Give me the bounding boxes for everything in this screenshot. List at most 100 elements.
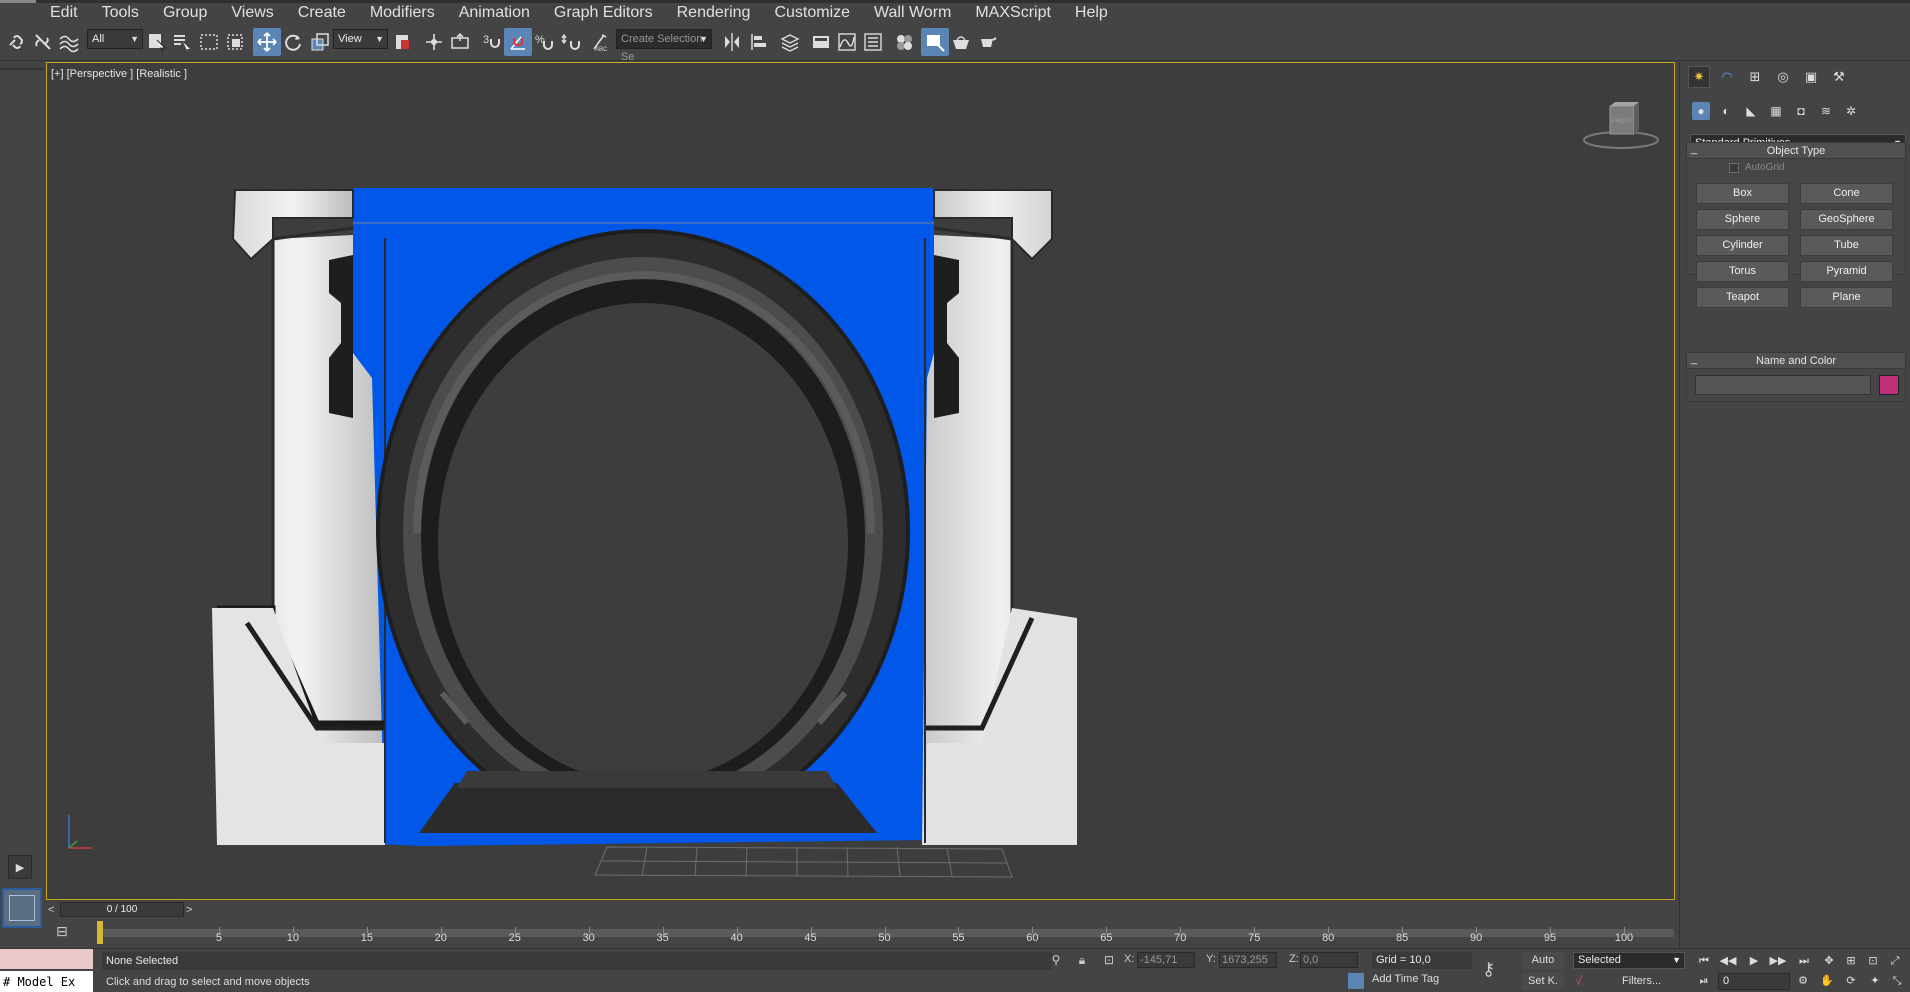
- hierarchy-tab-icon[interactable]: ⊞: [1744, 66, 1766, 88]
- walk-through-icon[interactable]: ✦: [1866, 973, 1884, 989]
- previous-frame-icon[interactable]: ◀◀: [1719, 953, 1737, 969]
- object-name-field[interactable]: [1695, 375, 1871, 395]
- menu-create[interactable]: Create: [286, 3, 358, 22]
- select-by-name-icon[interactable]: [168, 28, 196, 56]
- shapes-icon[interactable]: ◐: [1717, 102, 1735, 120]
- teapot-button[interactable]: Teapot: [1696, 287, 1789, 308]
- name-and-color-header[interactable]: _ Name and Color: [1687, 353, 1905, 369]
- geometry-icon[interactable]: ●: [1692, 102, 1710, 120]
- menu-customize[interactable]: Customize: [762, 3, 862, 22]
- systems-icon[interactable]: ✲: [1842, 102, 1860, 120]
- key-filters-curve-icon[interactable]: √: [1575, 973, 1582, 988]
- current-frame-field[interactable]: 0: [1718, 973, 1790, 990]
- pivot-icon[interactable]: [389, 28, 417, 56]
- zoom-region-icon[interactable]: ⊡: [1864, 953, 1882, 969]
- time-config-icon[interactable]: ⚙: [1794, 973, 1812, 989]
- cone-button[interactable]: Cone: [1800, 183, 1893, 204]
- zoom-extents-icon[interactable]: ⊞: [1842, 953, 1860, 969]
- rendered-frame-icon[interactable]: [947, 28, 975, 56]
- viewcube[interactable]: FRONT: [1582, 98, 1660, 153]
- maxscript-listener-output[interactable]: [0, 949, 93, 969]
- spacewarps-icon[interactable]: ≋: [1817, 102, 1835, 120]
- menu-help[interactable]: Help: [1063, 3, 1120, 22]
- menu-graph-editors[interactable]: Graph Editors: [542, 3, 665, 22]
- orbit-icon[interactable]: ⟳: [1842, 973, 1860, 989]
- sphere-button[interactable]: Sphere: [1696, 209, 1789, 230]
- modify-tab-icon[interactable]: ◠: [1716, 66, 1738, 88]
- select-scale-icon[interactable]: [306, 28, 334, 56]
- menu-maxscript[interactable]: MAXScript: [963, 3, 1063, 22]
- menu-modifiers[interactable]: Modifiers: [358, 3, 447, 22]
- menu-tools[interactable]: Tools: [90, 3, 151, 22]
- utilities-tab-icon[interactable]: ⚒: [1828, 66, 1850, 88]
- isolate-selection-icon[interactable]: ⚲: [1048, 952, 1064, 968]
- selection-filter-dropdown[interactable]: All ▼: [87, 29, 143, 49]
- align-icon[interactable]: [745, 28, 773, 56]
- field-of-view-icon[interactable]: ✋: [1818, 973, 1836, 989]
- link-icon[interactable]: [3, 28, 31, 56]
- motion-tab-icon[interactable]: ◎: [1772, 66, 1794, 88]
- maximize-toggle-icon[interactable]: ⤡: [1888, 973, 1906, 989]
- add-time-tag[interactable]: Add Time Tag: [1372, 973, 1439, 985]
- perspective-viewport[interactable]: [+] [Perspective ] [Realistic ] FRONT: [46, 62, 1675, 900]
- auto-key-button[interactable]: Auto: [1522, 952, 1564, 969]
- key-mode-icon[interactable]: ⏯: [1695, 973, 1713, 989]
- material-editor-icon[interactable]: [890, 28, 918, 56]
- render-setup-icon[interactable]: [921, 28, 949, 56]
- z-coordinate-field[interactable]: 0,0: [1300, 952, 1358, 968]
- go-to-end-icon[interactable]: ⏭: [1795, 953, 1813, 969]
- y-coordinate-field[interactable]: 1673,255: [1219, 952, 1277, 968]
- time-slider-thumb[interactable]: 0 / 100: [60, 902, 184, 917]
- box-button[interactable]: Box: [1696, 183, 1789, 204]
- pan-view-icon[interactable]: ✥: [1820, 953, 1838, 969]
- time-slider-prev[interactable]: <: [48, 904, 54, 916]
- expand-button[interactable]: ▶: [8, 855, 32, 879]
- cylinder-button[interactable]: Cylinder: [1696, 235, 1789, 256]
- track-bar[interactable]: ⊟ 5 10 15 20 25 30 35 40 45 50 55 60 65 70 75 80 85 90 95 1…: [46, 919, 1675, 947]
- schematic-view-icon[interactable]: [859, 28, 887, 56]
- object-color-swatch[interactable]: [1879, 375, 1899, 395]
- current-frame-marker[interactable]: [97, 921, 103, 944]
- bind-spacewarp-icon[interactable]: [55, 28, 83, 56]
- named-selection-dropdown[interactable]: Create Selection Se ▼: [616, 29, 712, 63]
- unlink-icon[interactable]: [29, 28, 57, 56]
- menu-group[interactable]: Group: [151, 3, 219, 22]
- curve-editor-icon[interactable]: [833, 28, 861, 56]
- viewport-label[interactable]: [+] [Perspective ] [Realistic ]: [51, 68, 187, 80]
- spinner-snap-icon[interactable]: [557, 28, 585, 56]
- key-filter-dropdown[interactable]: Selected ▼: [1573, 952, 1685, 969]
- maximize-viewport-icon[interactable]: ⤢: [1886, 953, 1904, 969]
- layer-explorer-icon[interactable]: [776, 28, 804, 56]
- menu-rendering[interactable]: Rendering: [665, 3, 763, 22]
- key-icon[interactable]: ⚷: [1482, 959, 1495, 980]
- select-move-icon[interactable]: [253, 28, 281, 56]
- x-coordinate-field[interactable]: -145,71: [1137, 952, 1195, 968]
- next-frame-icon[interactable]: ▶▶: [1769, 953, 1787, 969]
- absolute-mode-icon[interactable]: ⊡: [1101, 952, 1117, 968]
- pyramid-button[interactable]: Pyramid: [1800, 261, 1893, 282]
- edit-named-sets-icon[interactable]: ABC: [587, 28, 615, 56]
- time-slider[interactable]: < 0 / 100 >: [46, 901, 1675, 919]
- create-tab-icon[interactable]: ✷: [1688, 66, 1710, 88]
- go-to-start-icon[interactable]: ⏮: [1695, 953, 1713, 969]
- set-key-button[interactable]: Set K.: [1522, 973, 1564, 990]
- time-slider-next[interactable]: >: [186, 904, 192, 916]
- key-filters-button[interactable]: Filters...: [1622, 975, 1661, 987]
- autogrid-checkbox[interactable]: AutoGrid: [1729, 162, 1784, 173]
- lights-icon[interactable]: ◣: [1742, 102, 1760, 120]
- reference-coordinate-dropdown[interactable]: View ▼: [333, 29, 388, 49]
- rect-region-icon[interactable]: [195, 28, 223, 56]
- select-manipulate-icon[interactable]: [420, 28, 448, 56]
- select-rotate-icon[interactable]: [279, 28, 307, 56]
- mini-curve-editor-icon[interactable]: ⊟: [56, 923, 74, 941]
- display-tab-icon[interactable]: ▣: [1800, 66, 1822, 88]
- maxscript-listener-input[interactable]: # Model Ex: [0, 971, 93, 992]
- snap-toggle-icon[interactable]: 3: [477, 28, 505, 56]
- tube-button[interactable]: Tube: [1800, 235, 1893, 256]
- menu-edit[interactable]: Edit: [0, 3, 90, 22]
- select-object-icon[interactable]: [143, 28, 171, 56]
- mirror-icon[interactable]: [718, 28, 746, 56]
- angle-snap-icon[interactable]: [504, 28, 532, 56]
- plane-button[interactable]: Plane: [1800, 287, 1893, 308]
- cameras-icon[interactable]: ▦: [1767, 102, 1785, 120]
